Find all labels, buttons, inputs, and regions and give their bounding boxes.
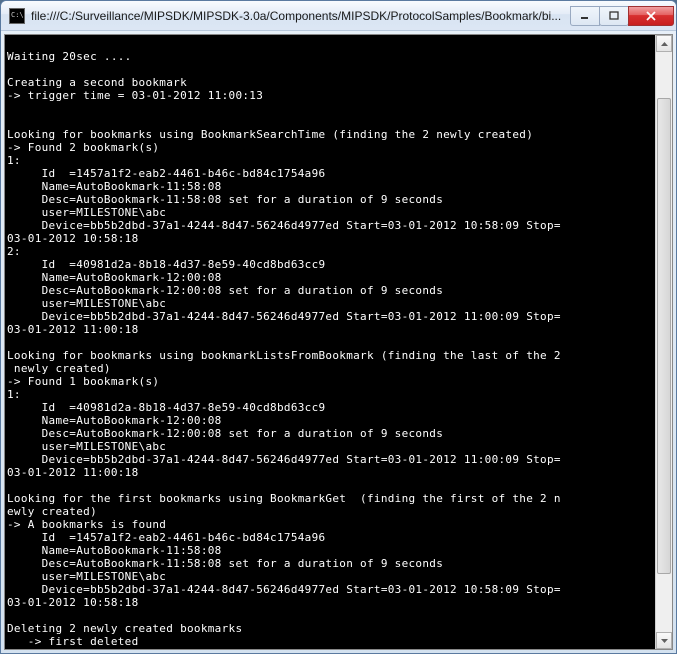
- maximize-icon: [609, 11, 619, 21]
- chevron-down-icon: [661, 639, 668, 643]
- maximize-button[interactable]: [599, 6, 629, 26]
- scroll-thumb[interactable]: [657, 98, 671, 574]
- scroll-down-button[interactable]: [656, 632, 672, 649]
- window-controls: [571, 6, 674, 26]
- titlebar[interactable]: file:///C:/Surveillance/MIPSDK/MIPSDK-3.…: [1, 1, 676, 31]
- vertical-scrollbar[interactable]: [655, 35, 672, 649]
- minimize-icon: [580, 11, 590, 21]
- chevron-up-icon: [661, 42, 668, 46]
- close-icon: [645, 11, 657, 21]
- app-icon: [9, 8, 25, 24]
- scroll-up-button[interactable]: [656, 35, 672, 52]
- console-container: Waiting 20sec .... Creating a second boo…: [4, 34, 673, 650]
- minimize-button[interactable]: [570, 6, 600, 26]
- scroll-track[interactable]: [656, 52, 672, 632]
- close-button[interactable]: [628, 6, 674, 26]
- app-window: file:///C:/Surveillance/MIPSDK/MIPSDK-3.…: [0, 0, 677, 654]
- console-output[interactable]: Waiting 20sec .... Creating a second boo…: [5, 35, 655, 649]
- window-title: file:///C:/Surveillance/MIPSDK/MIPSDK-3.…: [31, 9, 571, 23]
